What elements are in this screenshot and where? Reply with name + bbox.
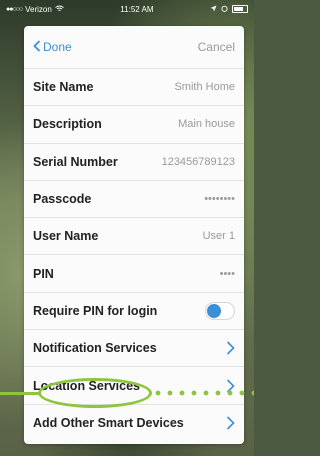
field-label: Site Name [33, 80, 94, 95]
toggle-knob [207, 303, 221, 318]
chevron-right-icon [226, 416, 235, 430]
passcode-row[interactable]: Passcode •••••••• [24, 181, 244, 219]
status-time: 11:52 AM [120, 4, 154, 14]
field-value: 123456789123 [161, 155, 235, 168]
status-bar: ●●○○○ Verizon 11:52 AM [0, 0, 254, 18]
battery-icon [231, 5, 248, 13]
field-label: Serial Number [33, 154, 118, 169]
toggle-label: Require PIN for login [33, 303, 158, 318]
location-arrow-icon [210, 5, 217, 14]
require-pin-toggle[interactable] [205, 301, 235, 320]
field-value: User 1 [202, 230, 235, 243]
cancel-button[interactable]: Cancel [198, 40, 235, 54]
notification-services-row[interactable]: Notification Services [24, 330, 244, 368]
field-label: Passcode [33, 192, 92, 207]
user-name-row[interactable]: User Name User 1 [24, 218, 244, 256]
nav-bar: Done Cancel [24, 26, 244, 69]
pin-row[interactable]: PIN •••• [24, 255, 244, 293]
chevron-left-icon [33, 39, 41, 55]
require-pin-row: Require PIN for login [24, 293, 244, 331]
chevron-right-icon [226, 341, 235, 355]
field-label: User Name [33, 229, 99, 244]
field-value: •••• [219, 267, 235, 280]
field-label: Description [33, 117, 102, 132]
site-name-row[interactable]: Site Name Smith Home [24, 69, 244, 107]
field-value: Main house [178, 118, 235, 131]
done-button[interactable]: Done [33, 39, 72, 55]
done-label: Done [43, 40, 72, 54]
highlight-oval [38, 378, 152, 408]
field-value: •••••••• [204, 193, 235, 206]
carrier-name: Verizon [25, 4, 52, 14]
link-label: Add Other Smart Devices [33, 416, 184, 431]
serial-number-row[interactable]: Serial Number 123456789123 [24, 144, 244, 181]
description-row[interactable]: Description Main house [24, 106, 244, 144]
wifi-icon [55, 5, 64, 14]
add-smart-devices-row[interactable]: Add Other Smart Devices [24, 405, 244, 442]
field-value: Smith Home [174, 81, 235, 94]
highlight-pointer-line [0, 392, 40, 395]
field-label: PIN [33, 266, 54, 281]
signal-icon: ●●○○○ [6, 5, 23, 13]
highlight-dotted-line [152, 389, 254, 397]
alarm-icon [221, 5, 228, 14]
link-label: Notification Services [33, 341, 157, 356]
